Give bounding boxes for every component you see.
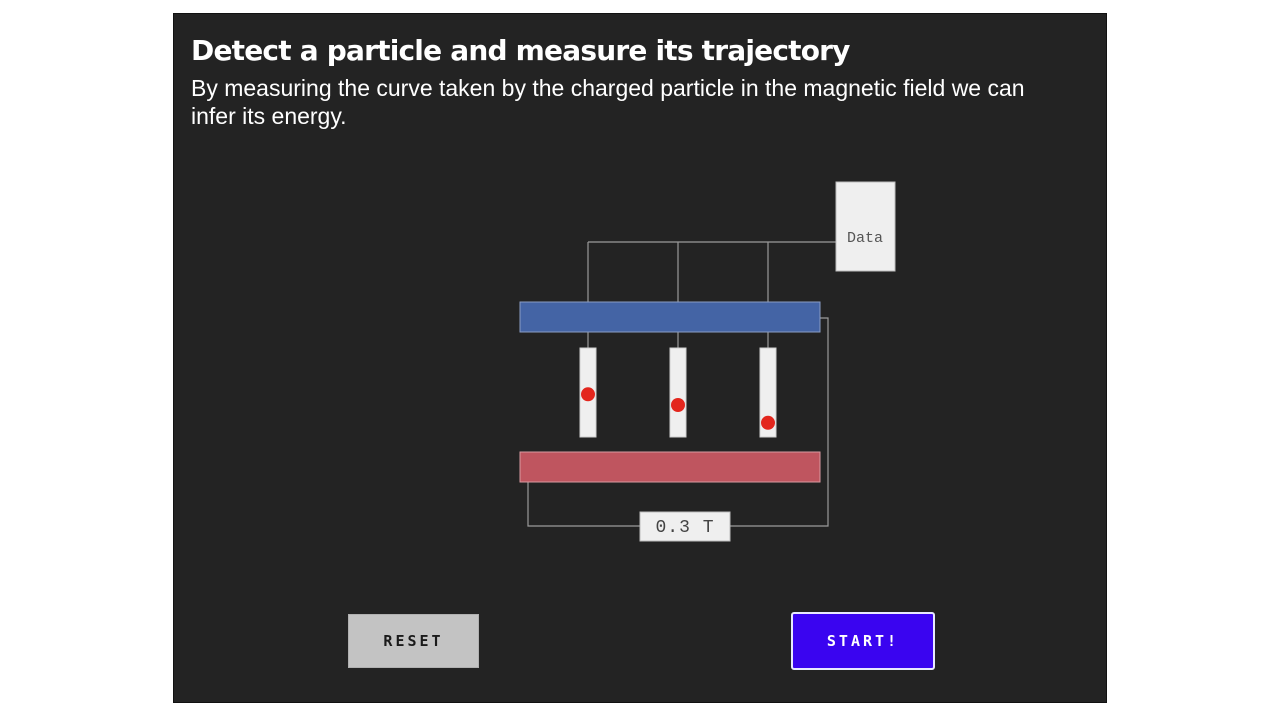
field-readout[interactable]: 0.3 T bbox=[639, 511, 731, 542]
hit-dot-detector-2 bbox=[671, 398, 685, 412]
top-magnet bbox=[519, 301, 821, 333]
hit-dot-detector-3 bbox=[761, 415, 775, 430]
detector-strips bbox=[579, 347, 777, 438]
hit-dot-detector-1 bbox=[581, 387, 595, 402]
reset-button[interactable]: RESET bbox=[348, 614, 479, 668]
circuit-wire-left bbox=[527, 482, 640, 527]
detector-diagram: Data 0.3 T bbox=[519, 181, 896, 542]
circuit-wire-right bbox=[730, 317, 829, 527]
data-box: Data bbox=[835, 181, 896, 272]
detector-strip-2 bbox=[669, 347, 687, 438]
simulation-panel: Detect a particle and measure its trajec… bbox=[173, 13, 1107, 703]
field-value: 0.3 T bbox=[655, 518, 714, 538]
data-box-label: Data bbox=[847, 230, 883, 247]
start-button[interactable]: START! bbox=[791, 612, 935, 670]
bottom-magnet bbox=[519, 451, 821, 483]
